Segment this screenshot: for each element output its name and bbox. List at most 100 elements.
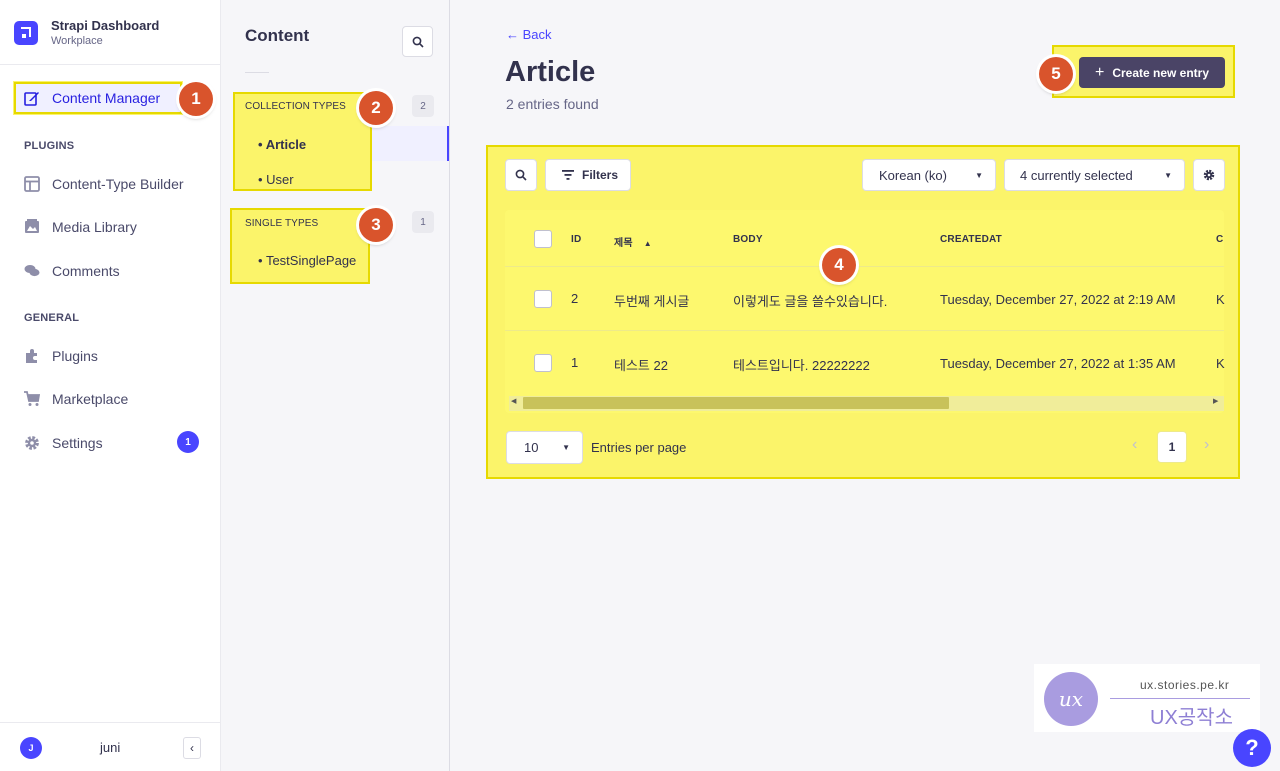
sidebar-item-label: Marketplace	[52, 391, 129, 407]
user-name[interactable]: juni	[100, 740, 120, 755]
help-button[interactable]: ?	[1233, 729, 1271, 767]
row-checkbox[interactable]	[534, 290, 552, 308]
watermark-name: UX공작소	[1150, 707, 1233, 729]
plugins-heading: PLUGINS	[24, 140, 75, 152]
single-types-heading: SINGLE TYPES	[245, 218, 319, 229]
cell-id: 2	[571, 291, 579, 306]
annotation-marker-4: 4	[822, 248, 856, 282]
create-new-entry-button[interactable]: + Create new entry	[1079, 57, 1225, 88]
collection-types-heading: COLLECTION TYPES	[245, 101, 346, 112]
sidebar-item-label: Comments	[52, 263, 120, 279]
main-sidebar: Strapi Dashboard Workplace	[0, 0, 221, 771]
table-search-button[interactable]	[505, 159, 537, 191]
cell-createdat: Tuesday, December 27, 2022 at 2:19 AM	[940, 292, 1176, 307]
sidebar-item-label: Content Manager	[52, 90, 161, 106]
scroll-right-icon[interactable]: ▶	[1213, 397, 1218, 405]
back-link[interactable]: ← Back	[506, 27, 552, 42]
collapse-sidebar-button[interactable]: ‹	[183, 737, 201, 759]
annotation-marker-5: 5	[1039, 57, 1073, 91]
annotation-marker-2: 2	[359, 91, 393, 125]
cell-title: 테스트 22	[614, 358, 668, 373]
cell-createdat: Tuesday, December 27, 2022 at 1:35 AM	[940, 356, 1176, 371]
previous-page-button[interactable]: ‹	[1132, 436, 1137, 454]
sidebar-item-content-type-builder[interactable]: Content-Type Builder	[24, 176, 184, 192]
sidebar-item-marketplace[interactable]: Marketplace	[24, 391, 128, 407]
entries-table	[505, 210, 1224, 413]
chevron-down-icon: ▼	[975, 171, 983, 180]
subnav-item-testsinglepage[interactable]: • TestSinglePage	[258, 253, 356, 268]
sidebar-divider	[0, 64, 221, 65]
cell-truncated: K	[1216, 292, 1225, 307]
page-number-button[interactable]: 1	[1157, 431, 1187, 463]
entries-count: 2 entries found	[506, 96, 599, 112]
annotation-marker-1: 1	[179, 82, 213, 116]
sidebar-item-label: Plugins	[52, 348, 98, 364]
general-heading: GENERAL	[24, 312, 80, 324]
column-header-truncated[interactable]: C	[1216, 234, 1223, 245]
subnav-title: Content	[245, 26, 310, 45]
gear-icon	[1203, 169, 1215, 181]
cell-body: 이렇게도 글을 쓸수있습니다.	[733, 294, 888, 309]
search-icon	[515, 169, 527, 181]
brand[interactable]: Strapi Dashboard Workplace	[14, 18, 159, 47]
row-divider	[505, 266, 1224, 267]
image-icon	[24, 219, 40, 235]
cart-icon	[24, 391, 41, 407]
filter-icon	[562, 170, 574, 180]
brand-title: Strapi Dashboard	[51, 18, 160, 33]
sidebar-item-plugins[interactable]: Plugins	[24, 348, 98, 364]
entries-per-page-label: Entries per page	[591, 440, 687, 455]
subnav-divider	[245, 72, 269, 73]
watermark-divider	[1110, 698, 1250, 699]
column-header-id[interactable]: ID	[571, 234, 581, 245]
puzzle-icon	[24, 348, 40, 364]
view-settings-button[interactable]	[1193, 159, 1225, 191]
cell-truncated: K	[1216, 356, 1225, 371]
active-item-indicator	[447, 126, 449, 161]
chevron-down-icon: ▼	[562, 443, 570, 452]
page-size-select[interactable]: 10 ▼	[506, 431, 583, 464]
next-page-button[interactable]: ›	[1204, 436, 1209, 454]
sidebar-item-settings[interactable]: Settings	[24, 435, 103, 451]
sidebar-item-content-manager[interactable]: Content Manager	[14, 82, 182, 114]
column-header-title[interactable]: 제목 ▲	[614, 234, 652, 249]
row-divider	[505, 330, 1224, 331]
sort-ascending-icon: ▲	[643, 239, 652, 248]
chevron-down-icon: ▼	[1164, 171, 1172, 180]
sidebar-item-label: Media Library	[52, 219, 137, 235]
sidebar-item-comments[interactable]: Comments	[24, 263, 120, 279]
filters-button[interactable]: Filters	[545, 159, 631, 191]
subnav-item-article[interactable]: • Article	[258, 137, 306, 152]
feather-icon	[24, 90, 40, 106]
row-checkbox[interactable]	[534, 354, 552, 372]
watermark-url: ux.stories.pe.kr	[1140, 678, 1230, 692]
sidebar-item-media-library[interactable]: Media Library	[24, 219, 137, 235]
settings-notification-badge: 1	[177, 431, 199, 453]
avatar[interactable]: J	[20, 737, 42, 759]
chat-icon	[24, 263, 40, 279]
layout-icon	[24, 176, 40, 192]
cell-id: 1	[571, 355, 579, 370]
sidebar-item-label: Settings	[52, 435, 103, 451]
column-header-createdat[interactable]: CREATEDAT	[940, 234, 1002, 245]
watermark-logo: ux	[1044, 672, 1098, 726]
annotation-marker-3: 3	[359, 208, 393, 242]
active-item-background	[369, 126, 449, 161]
user-profile-row: J juni ‹	[0, 722, 221, 771]
search-icon	[412, 36, 424, 48]
cell-title: 두번째 게시글	[614, 294, 690, 309]
collection-types-count: 2	[412, 95, 434, 117]
strapi-logo-icon	[14, 21, 38, 45]
plus-icon: +	[1094, 63, 1105, 81]
select-all-checkbox[interactable]	[534, 230, 552, 248]
page-title: Article	[505, 56, 596, 88]
columns-select[interactable]: 4 currently selected ▼	[1004, 159, 1185, 191]
scrollbar-thumb[interactable]	[523, 397, 949, 409]
subnav-item-user[interactable]: • User	[258, 172, 294, 187]
subnav-search-button[interactable]	[402, 26, 433, 57]
locale-select[interactable]: Korean (ko) ▼	[862, 159, 996, 191]
scroll-left-icon[interactable]: ◀	[511, 397, 516, 405]
gear-icon	[24, 435, 40, 451]
column-header-body[interactable]: BODY	[733, 234, 763, 245]
cell-body: 테스트입니다. 22222222	[733, 358, 870, 373]
